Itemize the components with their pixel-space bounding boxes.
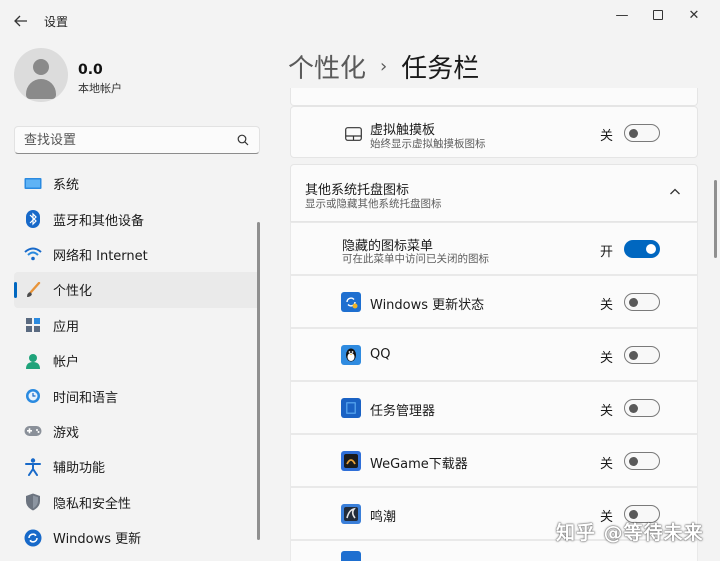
toggle-state-label: 关: [600, 404, 614, 419]
tray-app-name: Windows 更新状态: [370, 298, 485, 313]
close-button[interactable]: ✕: [676, 4, 712, 26]
chevron-up-icon[interactable]: [669, 186, 681, 198]
setting-subtitle: 始终显示虚拟触摸板图标: [370, 138, 486, 150]
sidebar-item-label: 辅助功能: [53, 461, 106, 477]
gaming-icon: [24, 422, 42, 440]
sidebar-item-account[interactable]: 帐户: [14, 343, 260, 378]
tray-app-toggle[interactable]: [624, 452, 660, 470]
tray-app-name: QQ: [370, 347, 391, 362]
touchpad-setting-row: 虚拟触摸板 始终显示虚拟触摸板图标 关: [290, 106, 698, 158]
personalization-brush-icon: [24, 281, 42, 299]
task-manager-icon: [341, 398, 361, 418]
tray-app-name: WeGame下载器: [370, 457, 468, 472]
sidebar-item-time-language[interactable]: 时间和语言: [14, 378, 260, 413]
toggle-knob: [646, 244, 656, 254]
breadcrumb: 个性化 › 任务栏: [288, 48, 479, 85]
windows-update-icon: [24, 529, 42, 547]
maximize-button[interactable]: [640, 4, 676, 26]
account-type: 本地帐户: [78, 82, 122, 95]
maximize-icon: [653, 10, 663, 20]
hidden-icon-menu-row: 隐藏的图标菜单 可在此菜单中访问已关闭的图标 开: [290, 222, 698, 275]
wuthering-waves-icon: [341, 504, 361, 524]
content-scrollbar[interactable]: [714, 180, 717, 258]
sidebar-item-bluetooth[interactable]: 蓝牙和其他设备: [14, 201, 260, 236]
sidebar-item-label: 隐私和安全性: [53, 496, 132, 512]
sidebar-item-privacy[interactable]: 隐私和安全性: [14, 485, 260, 520]
avatar-body-icon: [26, 79, 56, 99]
toggle-knob: [629, 350, 638, 360]
sidebar-item-label: 应用: [53, 319, 80, 335]
toggle-knob: [629, 403, 638, 413]
touchpad-toggle[interactable]: [624, 124, 660, 142]
tray-app-row: QQ 关: [290, 328, 698, 381]
sidebar-item-label: 网络和 Internet: [53, 248, 148, 264]
sidebar-item-gaming[interactable]: 游戏: [14, 414, 260, 449]
toggle-state-label: 关: [600, 457, 614, 472]
toggle-knob: [629, 128, 638, 138]
system-icon: [24, 175, 42, 193]
touchpad-icon: [343, 124, 363, 144]
sidebar-item-label: 系统: [53, 178, 80, 194]
page-title: 任务栏: [401, 54, 480, 84]
sidebar-item-label: Windows 更新: [53, 532, 142, 548]
watermark: 知乎 @等待未来: [556, 522, 704, 544]
sidebar-item-personalization[interactable]: 个性化: [14, 272, 260, 308]
user-name: 0.0: [78, 62, 103, 78]
sidebar-item-label: 时间和语言: [53, 390, 119, 406]
tray-icons-section-header[interactable]: 其他系统托盘图标 显示或隐藏其他系统托盘图标: [290, 164, 698, 222]
sidebar-item-label: 个性化: [53, 284, 93, 300]
sidebar-item-network[interactable]: 网络和 Internet: [14, 237, 260, 272]
tray-app-row: WeGame下载器 关: [290, 434, 698, 487]
toggle-state-label: 关: [600, 351, 614, 366]
qq-penguin-icon: [341, 345, 361, 365]
accessibility-icon: [24, 458, 42, 476]
app-title: 设置: [44, 15, 69, 29]
active-indicator: [14, 282, 17, 299]
back-arrow-icon[interactable]: [8, 8, 34, 34]
toggle-knob: [629, 456, 638, 466]
toggle-state-label: 关: [600, 129, 614, 144]
breadcrumb-parent[interactable]: 个性化: [288, 48, 366, 85]
wegame-icon: [341, 451, 361, 471]
tray-app-name: 任务管理器: [370, 404, 436, 419]
previous-setting-card: [290, 88, 698, 106]
avatar-head-icon: [33, 59, 49, 75]
sidebar-item-apps[interactable]: 应用: [14, 308, 260, 343]
section-subtitle: 显示或隐藏其他系统托盘图标: [305, 198, 442, 210]
toggle-knob: [629, 297, 638, 307]
tray-app-row: 任务管理器 关: [290, 381, 698, 434]
sidebar-scrollbar[interactable]: [257, 222, 260, 540]
sidebar-item-system[interactable]: 系统: [14, 166, 260, 201]
privacy-shield-icon: [24, 493, 42, 511]
toggle-state-label: 开: [600, 245, 614, 260]
account-icon: [24, 352, 42, 370]
network-icon: [24, 245, 42, 263]
hidden-icon-menu-toggle[interactable]: [624, 240, 660, 258]
sidebar-nav: 系统 蓝牙和其他设备 网络和 Internet 个性化 应用 帐户 时间和语言 …: [14, 166, 260, 555]
tray-app-name: 鸣潮: [370, 510, 397, 525]
sidebar-item-accessibility[interactable]: 辅助功能: [14, 449, 260, 484]
tray-app-toggle[interactable]: [624, 346, 660, 364]
bluetooth-icon: [24, 210, 42, 229]
avatar[interactable]: [14, 48, 68, 102]
sidebar-item-label: 蓝牙和其他设备: [53, 213, 145, 229]
search-box[interactable]: [14, 126, 260, 154]
sidebar-item-label: 游戏: [53, 425, 80, 441]
search-input[interactable]: [24, 131, 224, 149]
sidebar-item-label: 帐户: [53, 355, 80, 371]
search-icon[interactable]: [237, 134, 249, 146]
tray-app-row: Windows 更新状态 关: [290, 275, 698, 328]
tray-app-toggle[interactable]: [624, 399, 660, 417]
minimize-button[interactable]: —: [604, 4, 640, 26]
time-language-icon: [24, 387, 42, 405]
tray-app-toggle[interactable]: [624, 293, 660, 311]
setting-subtitle: 可在此菜单中访问已关闭的图标: [342, 253, 489, 265]
chevron-right-icon: ›: [380, 56, 388, 77]
toggle-state-label: 关: [600, 298, 614, 313]
apps-icon: [24, 316, 42, 334]
app-icon: [341, 551, 361, 561]
sidebar-item-windows-update[interactable]: Windows 更新: [14, 520, 260, 555]
title-bar: 设置 — ✕: [0, 0, 720, 40]
windows-update-status-icon: [341, 292, 361, 312]
